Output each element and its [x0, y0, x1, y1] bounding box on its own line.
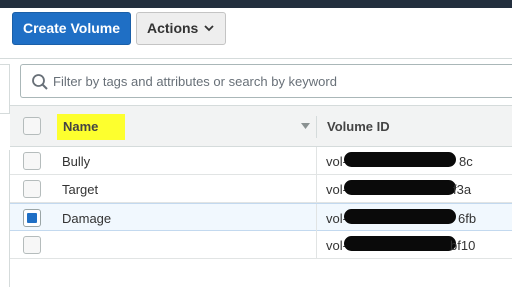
- column-name-label: Name: [63, 119, 99, 134]
- chevron-down-icon: [204, 25, 214, 32]
- row-divider: [316, 147, 317, 174]
- sort-icon[interactable]: [301, 123, 310, 129]
- toolbar-divider: [0, 58, 512, 59]
- row-divider: [316, 204, 317, 231]
- redaction-mark: [344, 236, 456, 251]
- console-top-bar: [0, 0, 512, 8]
- row-name: Target: [62, 182, 99, 197]
- volumes-table: Name Volume ID Bully vol-0 8c Target vol…: [10, 105, 512, 287]
- redaction-mark: [344, 209, 456, 224]
- side-panel-edge: [0, 64, 10, 114]
- select-all-checkbox[interactable]: [23, 117, 41, 135]
- search-bar[interactable]: [20, 64, 512, 98]
- row-volume-id-suffix: f3a: [453, 182, 472, 197]
- table-row[interactable]: Target vol-0 f3a: [10, 175, 512, 203]
- redaction-mark: [344, 180, 456, 195]
- column-resize-handle[interactable]: [316, 116, 317, 138]
- column-header-name[interactable]: Name: [57, 114, 125, 140]
- row-name: Bully: [62, 154, 91, 169]
- create-volume-button[interactable]: Create Volume: [12, 12, 131, 45]
- row-volume-id-suffix: 6fb: [458, 211, 477, 226]
- search-input[interactable]: [53, 65, 503, 97]
- redaction-mark: [344, 152, 456, 167]
- row-volume-id-suffix: 8c: [459, 154, 473, 169]
- actions-button[interactable]: Actions: [136, 12, 226, 45]
- row-checkbox[interactable]: [23, 236, 41, 254]
- table-row[interactable]: vol-0 bf10: [10, 231, 512, 259]
- actions-label: Actions: [147, 20, 199, 36]
- column-header-volume-id[interactable]: Volume ID: [327, 119, 390, 134]
- search-icon: [32, 74, 48, 90]
- table-row[interactable]: Bully vol-0 8c: [10, 147, 512, 175]
- row-divider: [316, 175, 317, 202]
- table-header: Name Volume ID: [10, 105, 512, 147]
- row-volume-id-suffix: bf10: [450, 238, 476, 253]
- row-checkbox[interactable]: [23, 180, 41, 198]
- row-checkbox-checked[interactable]: [23, 209, 41, 227]
- row-checkbox[interactable]: [23, 152, 41, 170]
- side-panel-edge-lower: [0, 150, 10, 287]
- row-divider: [316, 231, 317, 258]
- table-row-selected[interactable]: Damage vol-0 6fb: [10, 203, 512, 231]
- row-name: Damage: [62, 211, 112, 226]
